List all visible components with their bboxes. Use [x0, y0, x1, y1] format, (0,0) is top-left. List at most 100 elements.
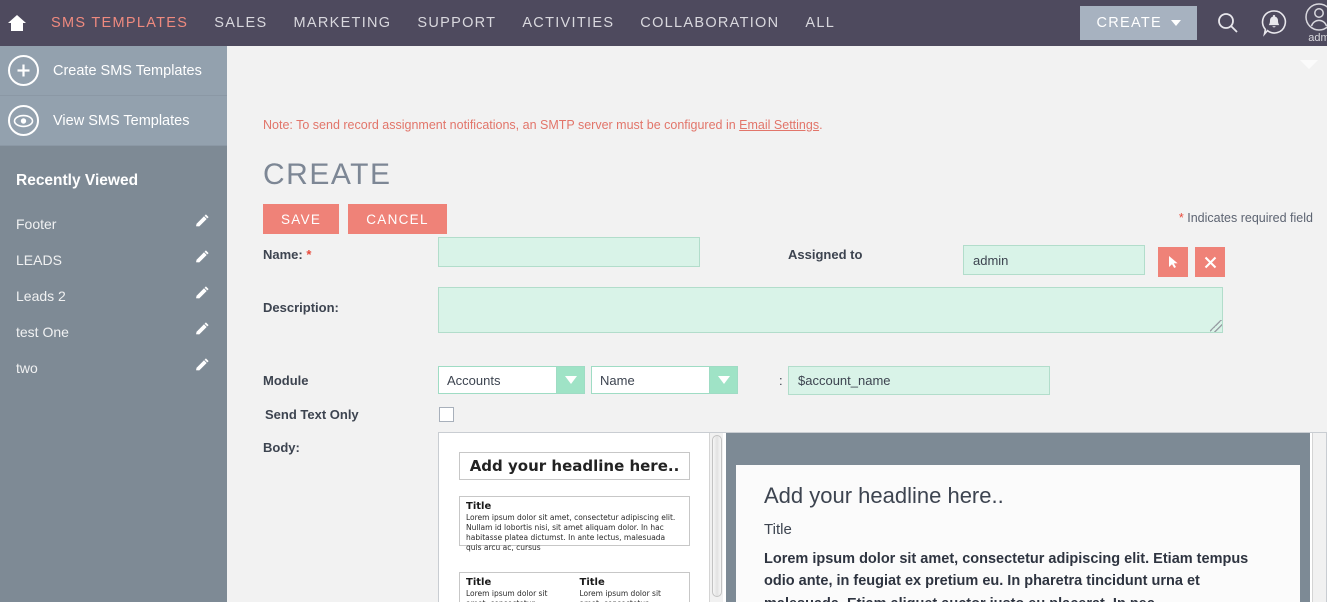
- sidebar-item-label: View SMS Templates: [53, 112, 190, 129]
- template-column-left: Title Lorem ipsum dolor sit amet, consec…: [466, 577, 570, 602]
- template-text: Lorem ipsum dolor sit amet, consectetur: [466, 589, 548, 602]
- clear-x-icon: [1204, 256, 1216, 268]
- smtp-note: Note: To send record assignment notifica…: [263, 118, 823, 132]
- form-action-buttons: SAVE CANCEL: [263, 204, 447, 234]
- nav-item-sms-templates[interactable]: SMS TEMPLATES: [38, 0, 201, 46]
- edit-pencil-icon[interactable]: [194, 358, 209, 378]
- required-star: *: [1178, 211, 1184, 225]
- nav-item-all[interactable]: ALL: [792, 0, 848, 46]
- body-editor: Add your headline here.. Title Lorem ips…: [438, 432, 1327, 602]
- preview-pane-scrollbar[interactable]: [1312, 433, 1326, 602]
- eye-icon: [8, 105, 39, 136]
- notification-bell-icon[interactable]: [1251, 0, 1297, 46]
- module-label: Module: [263, 373, 309, 388]
- template-pane-scrollbar-thumb[interactable]: [712, 435, 722, 597]
- required-field-text: Indicates required field: [1187, 211, 1313, 225]
- module-field-separator: :: [779, 373, 783, 388]
- list-item[interactable]: Footer: [0, 206, 227, 242]
- sidebar-item-create-sms-templates[interactable]: Create SMS Templates: [0, 46, 227, 96]
- email-settings-link[interactable]: Email Settings: [739, 118, 819, 132]
- description-textarea[interactable]: [438, 287, 1223, 333]
- variable-input[interactable]: [788, 366, 1050, 395]
- list-item[interactable]: LEADS: [0, 242, 227, 278]
- list-item[interactable]: two: [0, 350, 227, 386]
- recently-viewed-list: Footer LEADS Leads 2 test One two: [0, 206, 227, 386]
- template-option-headline[interactable]: Add your headline here..: [459, 452, 690, 480]
- template-pane-scrollbar[interactable]: [709, 433, 723, 602]
- list-item[interactable]: test One: [0, 314, 227, 350]
- top-navigation-bar: SMS TEMPLATES SALES MARKETING SUPPORT AC…: [0, 0, 1327, 46]
- send-text-only-checkbox[interactable]: [439, 407, 454, 422]
- nav-item-activities[interactable]: ACTIVITIES: [509, 0, 627, 46]
- page-title: CREATE: [263, 158, 392, 191]
- recently-viewed-heading: Recently Viewed: [16, 172, 139, 189]
- sidebar-item-view-sms-templates[interactable]: View SMS Templates: [0, 96, 227, 146]
- create-button-label: CREATE: [1096, 15, 1162, 31]
- preview-title: Title: [764, 521, 792, 538]
- field-select-value[interactable]: Name: [591, 366, 710, 394]
- edit-pencil-icon[interactable]: [194, 214, 209, 234]
- list-item-label: Leads 2: [16, 288, 66, 304]
- module-select-value[interactable]: Accounts: [438, 366, 557, 394]
- module-select[interactable]: Accounts: [438, 366, 585, 394]
- nav-item-collaboration[interactable]: COLLABORATION: [627, 0, 792, 46]
- required-field-note: * Indicates required field: [1179, 211, 1313, 225]
- top-navigation-actions: CREATE adm: [1080, 0, 1327, 46]
- list-item-label: LEADS: [16, 252, 62, 268]
- assigned-to-label: Assigned to: [788, 247, 863, 262]
- search-icon[interactable]: [1205, 0, 1251, 46]
- edit-pencil-icon[interactable]: [194, 286, 209, 306]
- edit-pencil-icon[interactable]: [194, 322, 209, 342]
- preview-paragraph: Lorem ipsum dolor sit amet, consectetur …: [764, 551, 1249, 602]
- chevron-down-icon: [1171, 20, 1181, 26]
- home-icon[interactable]: [6, 12, 28, 34]
- save-button[interactable]: SAVE: [263, 204, 340, 234]
- template-title: Title: [466, 501, 492, 512]
- scroll-down-caret-icon[interactable]: [1300, 60, 1318, 69]
- description-label: Description:: [263, 300, 339, 315]
- template-title: Title: [466, 577, 492, 588]
- main-content: Note: To send record assignment notifica…: [227, 46, 1327, 602]
- field-select[interactable]: Name: [591, 366, 738, 394]
- list-item[interactable]: Leads 2: [0, 278, 227, 314]
- template-option-single-column[interactable]: Title Lorem ipsum dolor sit amet, consec…: [459, 496, 690, 552]
- template-text: Lorem ipsum dolor sit amet, consectetur …: [466, 513, 676, 553]
- name-label: Name: *: [263, 247, 311, 262]
- template-text: Lorem ipsum dolor sit amet, consectetur: [579, 589, 661, 602]
- create-button[interactable]: CREATE: [1080, 6, 1197, 40]
- name-input[interactable]: [438, 237, 700, 267]
- template-headline-text: Add your headline here..: [469, 457, 680, 475]
- template-column-right: Title Lorem ipsum dolor sit amet, consec…: [580, 577, 684, 602]
- template-option-two-column[interactable]: Title Lorem ipsum dolor sit amet, consec…: [459, 572, 690, 602]
- cancel-button[interactable]: CANCEL: [348, 204, 447, 234]
- avatar[interactable]: adm: [1297, 0, 1327, 46]
- arrow-pointer-select-icon: [1169, 256, 1178, 268]
- avatar-label: adm: [1308, 31, 1327, 44]
- email-preview-pane: Add your headline here.. Title Lorem ips…: [726, 433, 1310, 602]
- nav-item-support[interactable]: SUPPORT: [404, 0, 509, 46]
- assigned-to-clear-button[interactable]: [1195, 247, 1225, 277]
- sidebar-item-label: Create SMS Templates: [53, 62, 202, 79]
- smtp-note-text: Note: To send record assignment notifica…: [263, 118, 740, 132]
- template-picker-pane: Add your headline here.. Title Lorem ips…: [439, 433, 725, 602]
- chevron-down-icon[interactable]: [557, 366, 585, 394]
- list-item-label: two: [16, 360, 38, 376]
- list-item-label: test One: [16, 324, 69, 340]
- preview-headline: Add your headline here..: [764, 483, 1004, 508]
- nav-item-sales[interactable]: SALES: [201, 0, 280, 46]
- assigned-to-input[interactable]: [963, 245, 1145, 275]
- required-star: *: [306, 247, 312, 262]
- smtp-note-suffix: .: [819, 118, 823, 132]
- nav-item-marketing[interactable]: MARKETING: [280, 0, 404, 46]
- template-title: Title: [579, 577, 605, 588]
- assigned-to-select-button[interactable]: [1158, 247, 1188, 277]
- list-item-label: Footer: [16, 216, 57, 232]
- chevron-down-icon[interactable]: [710, 366, 738, 394]
- body-label: Body:: [263, 440, 300, 455]
- edit-pencil-icon[interactable]: [194, 250, 209, 270]
- send-text-only-label: Send Text Only: [265, 407, 359, 422]
- name-label-text: Name:: [263, 247, 303, 262]
- preview-card[interactable]: Add your headline here.. Title Lorem ips…: [736, 465, 1300, 602]
- sidebar: Create SMS Templates View SMS Templates …: [0, 46, 227, 602]
- plus-circle-icon: [8, 55, 39, 86]
